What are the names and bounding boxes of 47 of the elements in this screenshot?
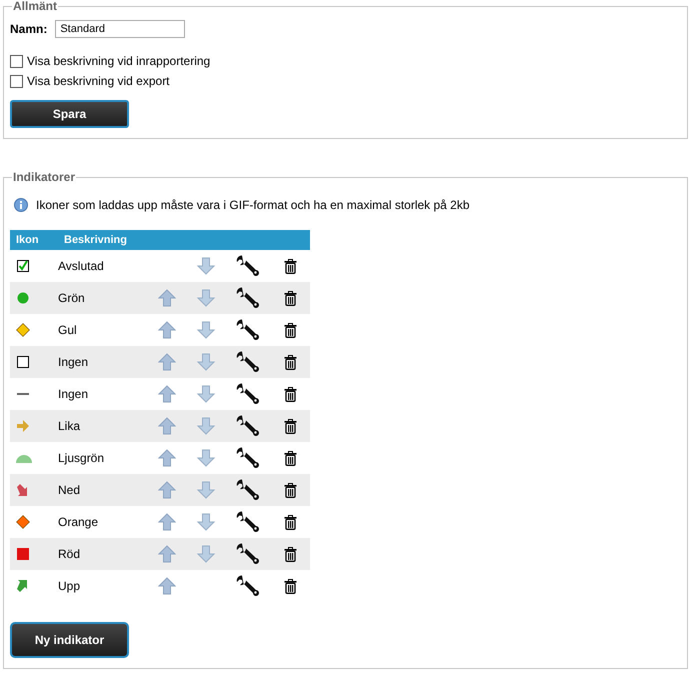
wrench-icon[interactable] (236, 255, 260, 277)
wrench-icon[interactable] (236, 351, 260, 373)
trash-icon[interactable] (284, 322, 296, 338)
indicator-name: Ljusgrön (58, 451, 104, 465)
indicator-name: Lika (58, 419, 80, 433)
name-field[interactable]: Standard (55, 20, 186, 38)
wrench-icon[interactable] (236, 543, 260, 565)
indicator-name: Grön (58, 291, 85, 305)
info-text: Ikoner som laddas upp måste vara i GIF-format och ha en maximal storlek på 2kb (36, 197, 470, 214)
panel-legend: Indikatorer (12, 171, 76, 183)
indicator-name: Ingen (58, 355, 88, 369)
trash-icon[interactable] (284, 578, 296, 594)
info-icon (14, 198, 28, 212)
trash-icon[interactable] (284, 546, 296, 562)
wrench-icon[interactable] (236, 575, 260, 597)
wrench-icon[interactable] (236, 415, 260, 437)
checkbox[interactable] (10, 74, 23, 88)
indicator-name: Ned (58, 483, 80, 497)
trash-icon[interactable] (284, 354, 296, 370)
wrench-icon[interactable] (236, 511, 260, 533)
panel-legend: Allmänt (12, 0, 58, 12)
indicator-name: Röd (58, 547, 80, 561)
indicator-name: Avslutad (58, 259, 104, 273)
indicator-name: Gul (58, 323, 77, 337)
trash-icon[interactable] (284, 258, 296, 274)
wrench-icon[interactable] (236, 479, 260, 501)
trash-icon[interactable] (284, 450, 296, 466)
trash-icon[interactable] (284, 386, 296, 402)
indicator-name: Upp (58, 579, 80, 593)
save-button[interactable]: Spara (10, 100, 129, 128)
trash-icon[interactable] (284, 418, 296, 434)
wrench-icon[interactable] (236, 447, 260, 469)
checkbox[interactable] (10, 54, 23, 68)
indicator-name: Orange (58, 515, 98, 529)
wrench-icon[interactable] (236, 383, 260, 405)
trash-icon[interactable] (284, 290, 296, 306)
column-header: Beskrivning (64, 234, 127, 246)
new-indicator-button[interactable]: Ny indikator (10, 622, 129, 658)
indicator-name: Ingen (58, 387, 88, 401)
checkbox-label: Visa beskrivning vid inrapportering (27, 53, 210, 70)
wrench-icon[interactable] (236, 287, 260, 309)
name-label: Namn: (10, 21, 48, 38)
trash-icon[interactable] (284, 482, 296, 498)
trash-icon[interactable] (284, 514, 296, 530)
checkbox-label: Visa beskrivning vid export (27, 73, 170, 90)
column-header: Ikon (16, 234, 39, 246)
wrench-icon[interactable] (236, 319, 260, 341)
